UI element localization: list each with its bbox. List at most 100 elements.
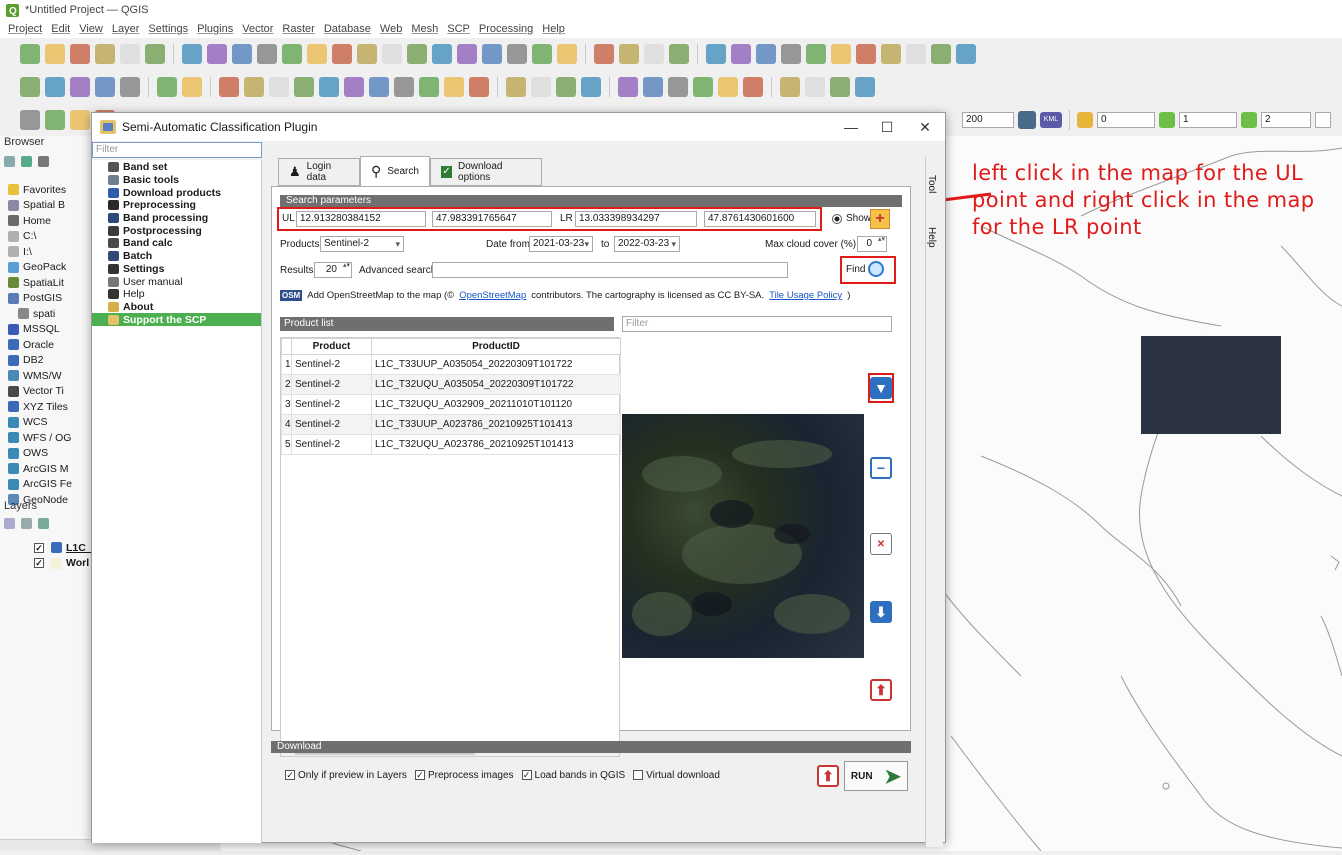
scp-menu-item[interactable]: Support the SCP (92, 313, 261, 326)
toolbar-tool-icon[interactable] (45, 77, 65, 97)
toolbar-tool-icon[interactable] (357, 44, 377, 64)
toolbar-tool-icon[interactable] (120, 77, 140, 97)
menu-mesh[interactable]: Mesh (411, 23, 438, 35)
toolbar-tool-icon[interactable] (693, 77, 713, 97)
toolbar-tool-icon[interactable] (182, 44, 202, 64)
toolbar-tool-icon[interactable] (419, 77, 439, 97)
toolbar-tool-icon[interactable] (507, 44, 527, 64)
osm-icon[interactable]: OSM (280, 290, 303, 301)
maximize-button[interactable]: ☐ (872, 117, 902, 137)
toolbar-tool-icon[interactable] (469, 77, 489, 97)
next-arrow-icon[interactable] (1159, 112, 1175, 128)
export-table-button[interactable]: ⬇ (870, 601, 892, 623)
menu-layer[interactable]: Layer (112, 23, 140, 35)
toolbar-tool-icon[interactable] (956, 44, 976, 64)
import-table-button[interactable]: ⬆ (870, 679, 892, 701)
menu-scp[interactable]: SCP (447, 23, 470, 35)
toolbar-tool-icon[interactable] (369, 77, 389, 97)
scp-tool-icon[interactable] (1018, 111, 1036, 129)
toolbar-tool-icon[interactable] (282, 44, 302, 64)
toolbar-tool-icon[interactable] (881, 44, 901, 64)
visibility-icon[interactable] (38, 518, 49, 529)
refresh-icon[interactable] (21, 155, 32, 167)
toolbar-tool-icon[interactable] (244, 77, 264, 97)
tab-login-data[interactable]: ♟ Login data (278, 158, 360, 186)
toolbar-spin-0[interactable]: 0 (1097, 112, 1155, 128)
toolbar-tool-icon[interactable] (319, 77, 339, 97)
toolbar-tool-icon[interactable] (70, 44, 90, 64)
toolbar-spin-1[interactable]: 1 (1179, 112, 1237, 128)
scp-menu-item[interactable]: About (92, 301, 261, 314)
toolbar-tool-icon[interactable] (855, 77, 875, 97)
toolbar-tool-icon[interactable] (856, 44, 876, 64)
toolbar-tool-icon[interactable] (830, 77, 850, 97)
menu-raster[interactable]: Raster (282, 23, 314, 35)
toolbar-tool-icon[interactable] (718, 77, 738, 97)
close-button[interactable]: ✕ (910, 117, 940, 137)
toolbar-tool-icon[interactable] (457, 44, 477, 64)
toolbar-tool-icon[interactable] (643, 77, 663, 97)
results-spinner[interactable]: 20 (314, 262, 352, 278)
toolbar-tool-icon[interactable] (344, 77, 364, 97)
toolbar-tool-icon[interactable] (806, 44, 826, 64)
toolbar-tool-icon[interactable] (332, 44, 352, 64)
menu-vector[interactable]: Vector (242, 23, 273, 35)
menu-database[interactable]: Database (324, 23, 371, 35)
table-row[interactable]: 5 Sentinel-2 L1C_T32UQU_A023786_20210925T1… (281, 434, 621, 455)
toolbar-spin-extra[interactable] (1315, 112, 1331, 128)
tab-download-options[interactable]: ✓ Download options (430, 158, 542, 186)
layer-style-icon[interactable] (4, 518, 15, 529)
toolbar-tool-icon[interactable] (831, 44, 851, 64)
column-header-productid[interactable]: ProductID (371, 338, 621, 355)
toolbar-tool-icon[interactable] (45, 44, 65, 64)
toolbar-tool-icon[interactable] (382, 44, 402, 64)
toolbar-tool-icon[interactable] (294, 77, 314, 97)
toolbar-tool-icon[interactable] (269, 77, 289, 97)
remove-row-button[interactable]: − (870, 457, 892, 479)
toolbar-tool-icon[interactable] (95, 44, 115, 64)
toolbar-tool-icon[interactable] (668, 77, 688, 97)
minimize-button[interactable]: — (836, 117, 866, 137)
column-header-product[interactable]: Product (291, 338, 372, 355)
product-filter-input[interactable]: Filter (622, 316, 892, 332)
scp-menu-item[interactable]: Band calc (92, 237, 261, 250)
toolbar-tool-icon[interactable] (444, 77, 464, 97)
toolbar-spin-2[interactable]: 2 (1261, 112, 1311, 128)
toolbar-tool-icon[interactable] (581, 77, 601, 97)
toolbar-spin-200[interactable]: 200 (962, 112, 1014, 128)
tile-usage-link[interactable]: Tile Usage Policy (769, 290, 842, 301)
menu-edit[interactable]: Edit (51, 23, 70, 35)
toolbar-tool-icon[interactable] (532, 44, 552, 64)
toolbar-tool-icon[interactable] (307, 44, 327, 64)
menu-settings[interactable]: Settings (148, 23, 188, 35)
toolbar-tool-icon[interactable] (219, 77, 239, 97)
toolbar-tool-icon[interactable] (20, 77, 40, 97)
download-export-button[interactable]: ⬆ (817, 765, 839, 787)
menu-view[interactable]: View (79, 23, 103, 35)
toolbar-tool-icon[interactable] (506, 77, 526, 97)
toolbar-tool-icon[interactable] (145, 44, 165, 64)
help-dock-tab[interactable]: Help (926, 205, 937, 265)
scp-menu-item[interactable]: Download products (92, 186, 261, 199)
toolbar-tool-icon[interactable] (556, 77, 576, 97)
toolbar-tool-icon[interactable] (407, 44, 427, 64)
menu-plugins[interactable]: Plugins (197, 23, 233, 35)
toolbar-tool-icon[interactable] (805, 77, 825, 97)
add-selected-icon[interactable] (4, 155, 15, 167)
toolbar-tool-icon[interactable] (669, 44, 689, 64)
kml-icon[interactable]: KML (1040, 112, 1062, 128)
menu-project[interactable]: Project (8, 23, 42, 35)
virtual-download-checkbox[interactable]: Virtual download (633, 770, 720, 781)
toolbar-tool-icon[interactable] (780, 77, 800, 97)
toolbar-tool-icon[interactable] (594, 44, 614, 64)
next-arrow-icon-2[interactable] (1241, 112, 1257, 128)
scp-menu-item[interactable]: Batch (92, 250, 261, 263)
toolbar-tool-icon[interactable] (781, 44, 801, 64)
menu-processing[interactable]: Processing (479, 23, 533, 35)
date-from-input[interactable]: 2021-03-23 (529, 236, 593, 252)
toolbar-tool-icon[interactable] (232, 44, 252, 64)
tab-search[interactable]: ⚲ Search (360, 156, 430, 186)
find-button[interactable]: Find (846, 261, 885, 277)
toolbar-tool-icon[interactable] (432, 44, 452, 64)
scp-menu-item[interactable]: Band processing (92, 212, 261, 225)
